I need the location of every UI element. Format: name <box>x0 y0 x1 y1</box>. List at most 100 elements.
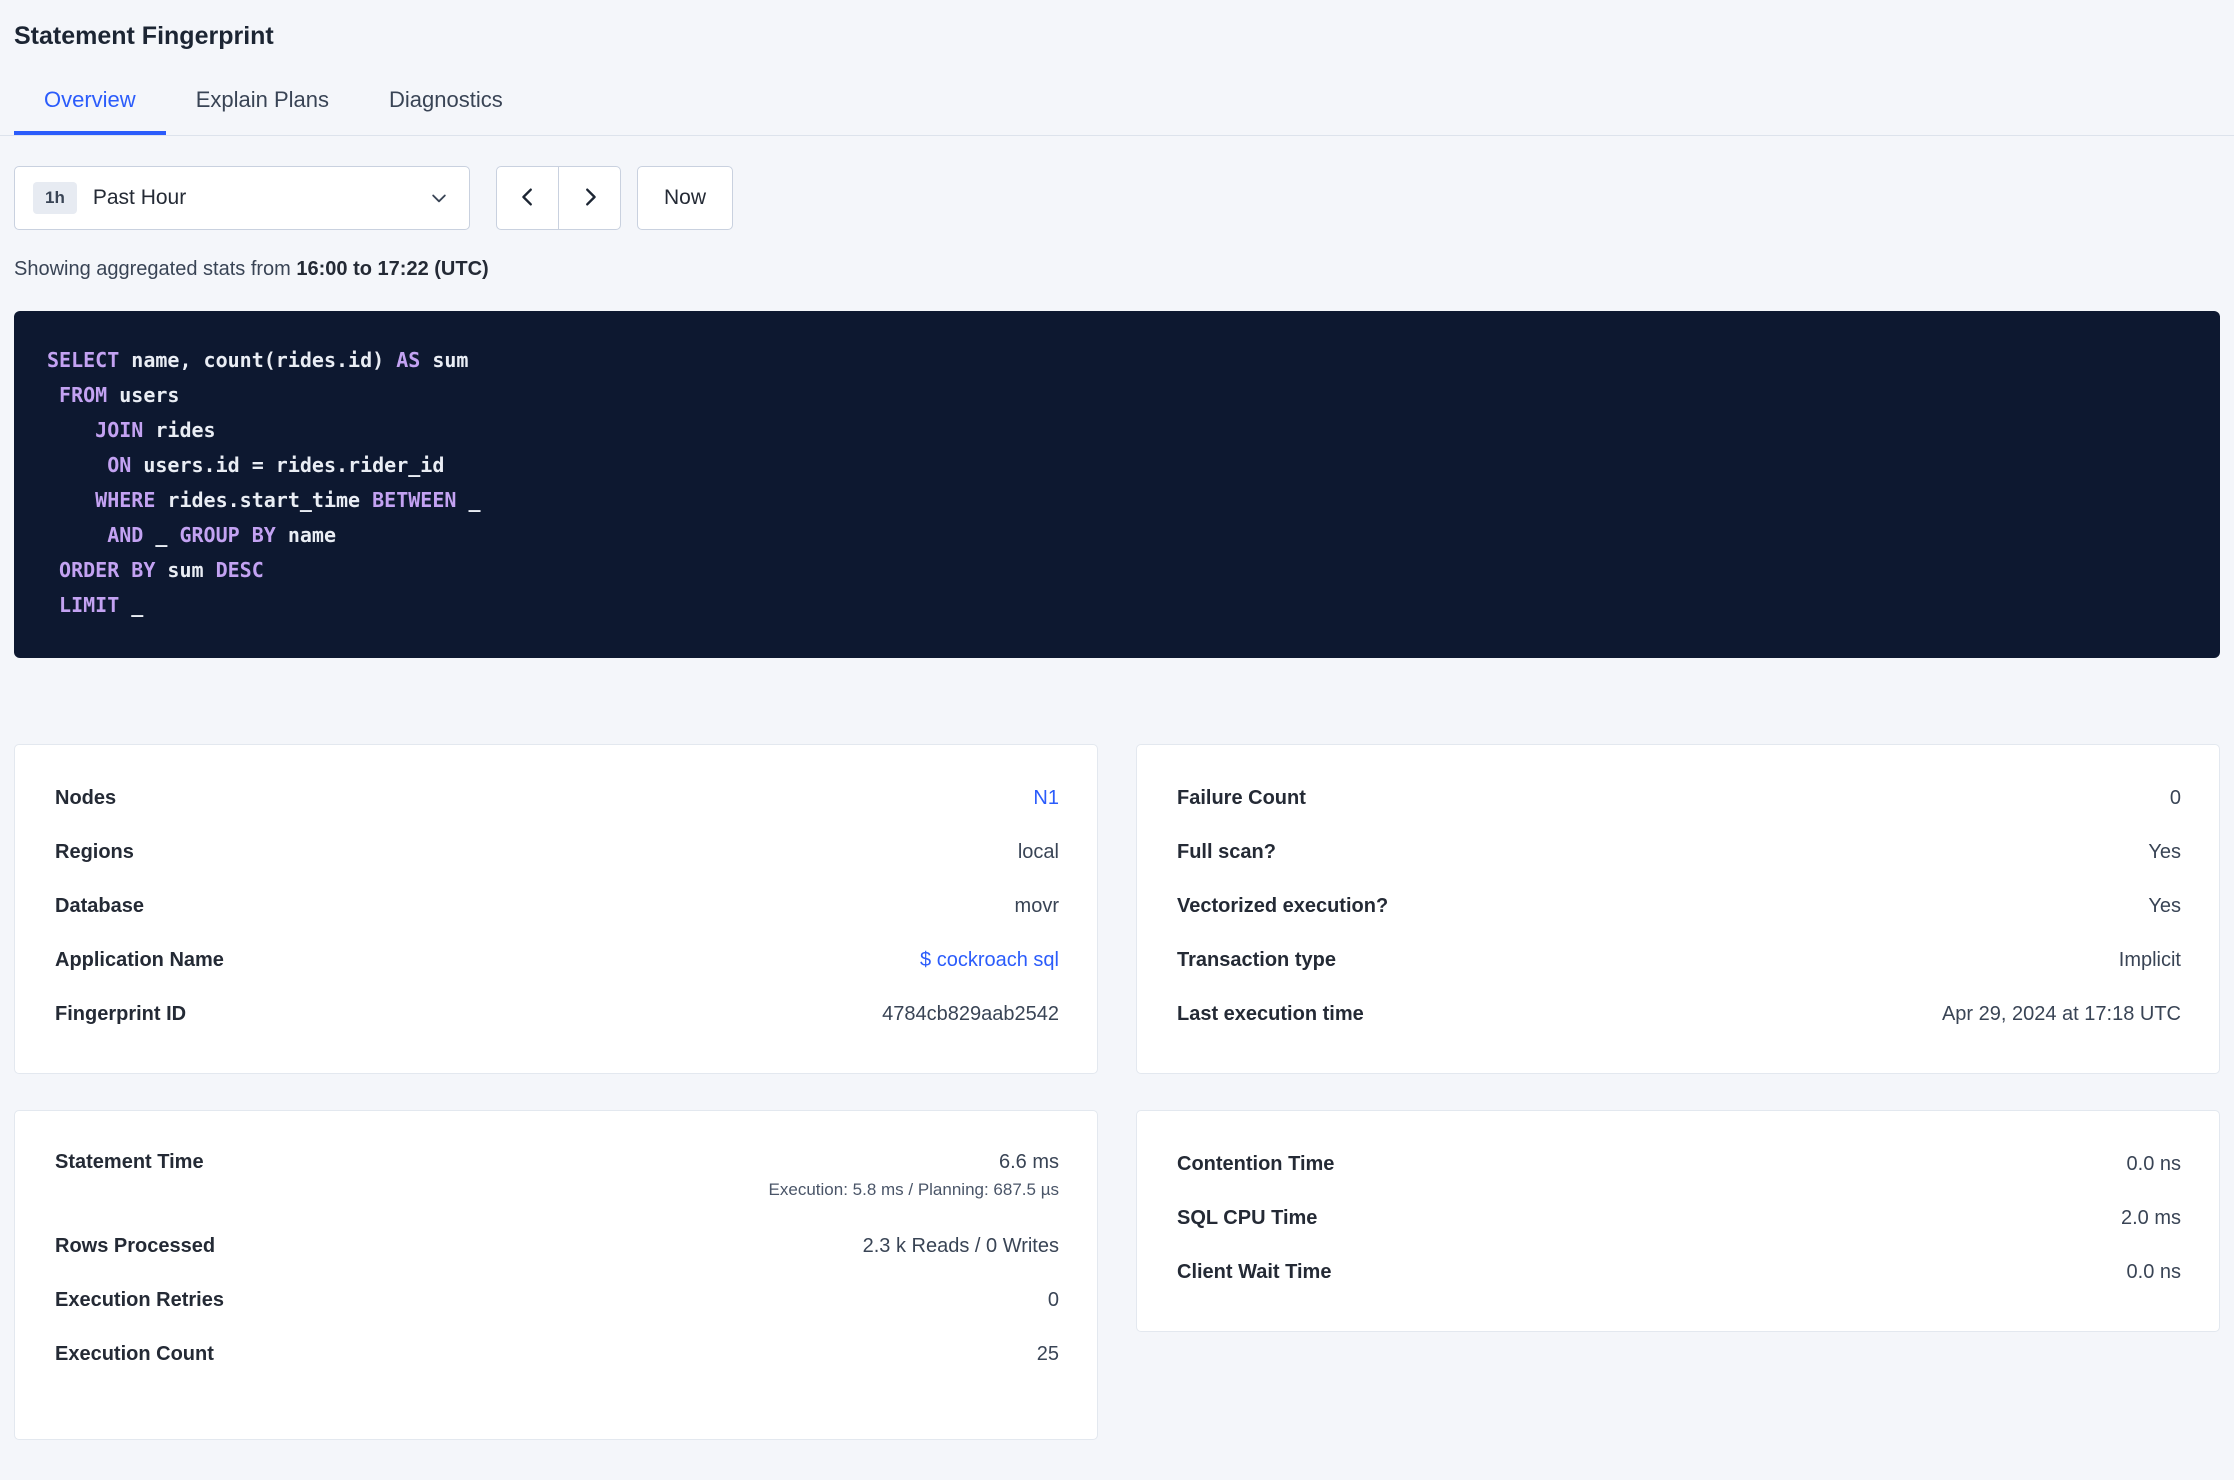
row-value-stack: N1 <box>1033 787 1059 810</box>
row-value: 25 <box>1036 1342 1059 1365</box>
row-value-stack: 0.0 ns <box>2127 1261 2181 1284</box>
row-value: Yes <box>2148 840 2181 863</box>
card-row: Full scan? Yes <box>1177 825 2181 879</box>
row-label: SQL CPU Time <box>1177 1206 1318 1229</box>
chevron-down-icon <box>429 188 449 208</box>
execution-attributes-card: Failure Count 0 Full scan? Yes Vectorized ex… <box>1136 744 2220 1074</box>
tab-overview[interactable]: Overview <box>14 71 166 135</box>
row-label: Rows Processed <box>55 1234 216 1257</box>
row-label: Vectorized execution? <box>1177 894 1389 917</box>
card-row: Last execution time Apr 29, 2024 at 17:18… <box>1177 987 2181 1041</box>
sql-line: JOIN rides <box>95 418 216 442</box>
row-value: 2.3 k Reads / 0 Writes <box>862 1234 1059 1257</box>
sql-line: ORDER BY sum DESC <box>59 558 264 582</box>
row-value-stack: 2.3 k Reads / 0 Writes <box>863 1235 1059 1258</box>
card-row: Failure Count 0 <box>1177 771 2181 825</box>
card-row: Database movr <box>55 879 1059 933</box>
page-title: Statement Fingerprint <box>14 22 274 50</box>
time-step-buttons <box>496 166 621 230</box>
row-value: 6.6 ms <box>998 1151 1059 1173</box>
row-value-stack: 2.0 ms <box>2121 1207 2181 1230</box>
statement-details-card: Nodes N1 Regions local Database movr Applicati… <box>14 744 1098 1074</box>
card-row: Vectorized execution? Yes <box>1177 879 2181 933</box>
row-value-stack: 0.0 ns <box>2127 1153 2181 1176</box>
note-time-range: 16:00 to 17:22 (UTC) <box>296 258 489 280</box>
sql-statement-box: SELECT name, count(rides.id) AS sum FROM… <box>14 311 2220 658</box>
card-row: Client Wait Time 0.0 ns <box>1177 1245 2181 1299</box>
row-label: Contention Time <box>1177 1152 1335 1175</box>
row-label: Database <box>55 894 144 917</box>
wait-timing-card: Contention Time 0.0 ns SQL CPU Time 2.0 ms C… <box>1136 1110 2220 1332</box>
note-prefix: Showing aggregated stats from <box>14 258 297 280</box>
row-value-stack: 25 <box>1037 1343 1059 1366</box>
row-value: Yes <box>2148 894 2181 917</box>
card-row: Statement Time 6.6 ms Execution: 5.8 ms / … <box>55 1137 1059 1219</box>
now-button[interactable]: Now <box>637 166 734 230</box>
row-label: Client Wait Time <box>1177 1260 1332 1283</box>
row-value-stack: local <box>1018 841 1059 864</box>
tab-explain-plans[interactable]: Explain Plans <box>166 71 359 135</box>
row-label: Fingerprint ID <box>55 1002 187 1025</box>
card-row: Execution Count 25 <box>55 1327 1059 1381</box>
time-range-badge: 1h <box>33 182 77 214</box>
row-value: 0.0 ns <box>2126 1152 2181 1175</box>
row-value-stack: $ cockroach sql <box>920 949 1059 972</box>
time-range-label: Past Hour <box>92 186 187 209</box>
chevron-right-icon <box>579 186 601 211</box>
row-value-stack: 0 <box>1048 1289 1059 1312</box>
row-value: 2.0 ms <box>2120 1206 2181 1229</box>
statement-timing-card: Statement Time 6.6 ms Execution: 5.8 ms / … <box>14 1110 1098 1440</box>
row-value: 4784cb829aab2542 <box>882 1002 1059 1025</box>
row-value: Implicit <box>2118 948 2181 971</box>
tab-diagnostics[interactable]: Diagnostics <box>359 71 533 135</box>
card-row: Regions local <box>55 825 1059 879</box>
sql-line: LIMIT _ <box>59 593 144 617</box>
row-value-stack: movr <box>1015 895 1059 918</box>
card-row: Fingerprint ID 4784cb829aab2542 <box>55 987 1059 1041</box>
time-range-select[interactable]: 1h Past Hour <box>14 166 470 230</box>
row-subvalue: Execution: 5.8 ms / Planning: 687.5 µs <box>768 1180 1059 1199</box>
sql-line: SELECT name, count(rides.id) AS sum <box>47 348 469 372</box>
row-label: Application Name <box>55 948 224 971</box>
row-label: Last execution time <box>1177 1002 1364 1025</box>
card-row: Rows Processed 2.3 k Reads / 0 Writes <box>55 1219 1059 1273</box>
aggregated-stats-note: Showing aggregated stats from 16:00 to 1… <box>14 258 2220 281</box>
time-controls: 1h Past Hour Now <box>14 166 2220 230</box>
card-row: Transaction type Implicit <box>1177 933 2181 987</box>
row-value-stack: 6.6 ms Execution: 5.8 ms / Planning: 687.… <box>769 1151 1059 1200</box>
row-value: 0 <box>2169 786 2181 809</box>
row-value-stack: Yes <box>2148 841 2181 864</box>
tab-bar: Overview Explain Plans Diagnostics <box>0 71 2234 136</box>
card-row: Contention Time 0.0 ns <box>1177 1137 2181 1191</box>
card-row: Nodes N1 <box>55 771 1059 825</box>
chevron-left-icon <box>517 186 539 211</box>
row-value-link[interactable]: $ cockroach sql <box>920 949 1059 972</box>
row-label: Full scan? <box>1177 840 1276 863</box>
row-value-stack: 4784cb829aab2542 <box>882 1003 1059 1026</box>
sql-line: FROM users <box>59 383 180 407</box>
row-value: movr <box>1014 894 1059 917</box>
stats-cards-grid: Nodes N1 Regions local Database movr Applicati… <box>14 744 2220 1440</box>
statement-fingerprint-page: Statement Fingerprint Overview Explain Pl… <box>0 22 2234 1440</box>
row-label: Nodes <box>55 786 117 809</box>
row-label: Statement Time <box>55 1151 204 1173</box>
row-label: Failure Count <box>1177 786 1306 809</box>
prev-range-button[interactable] <box>496 166 559 230</box>
sql-line: WHERE rides.start_time BETWEEN _ <box>95 488 481 512</box>
row-label: Transaction type <box>1177 948 1336 971</box>
next-range-button[interactable] <box>558 166 621 230</box>
sql-line: ON users.id = rides.rider_id <box>107 453 445 477</box>
row-value-link[interactable]: N1 <box>1033 787 1059 810</box>
card-row: Application Name $ cockroach sql <box>55 933 1059 987</box>
card-row: SQL CPU Time 2.0 ms <box>1177 1191 2181 1245</box>
row-value: 0 <box>1047 1288 1059 1311</box>
row-value-stack: Implicit <box>2119 949 2181 972</box>
row-value: 0.0 ns <box>2126 1260 2181 1283</box>
row-value-stack: Apr 29, 2024 at 17:18 UTC <box>1942 1003 2181 1026</box>
row-label: Execution Retries <box>55 1288 224 1311</box>
card-row: Execution Retries 0 <box>55 1273 1059 1327</box>
row-value: Apr 29, 2024 at 17:18 UTC <box>1941 1002 2181 1025</box>
row-value-stack: 0 <box>2170 787 2181 810</box>
sql-line: AND _ GROUP BY name <box>107 523 337 547</box>
row-label: Regions <box>55 840 134 863</box>
